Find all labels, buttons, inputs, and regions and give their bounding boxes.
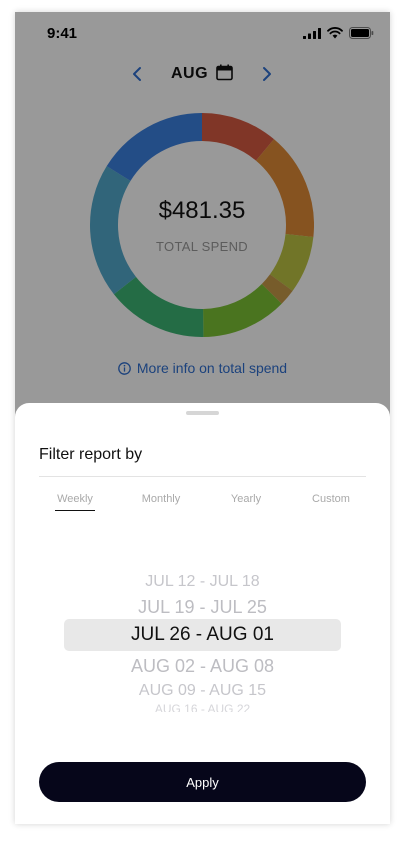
picker-row[interactable]: AUG 02 - AUG 08: [15, 656, 390, 677]
picker-row-selected[interactable]: JUL 26 - AUG 01: [15, 624, 390, 646]
tab-label: Custom: [312, 493, 350, 505]
apply-button[interactable]: Apply: [39, 762, 366, 802]
sheet-grabber-handle[interactable]: [186, 411, 219, 415]
tab-label: Monthly: [141, 493, 181, 505]
date-range-picker[interactable]: JUL 12 - JUL 18 JUL 19 - JUL 25 JUL 26 -…: [15, 563, 390, 713]
active-tab-underline: [55, 510, 95, 511]
picker-row[interactable]: JUL 12 - JUL 18: [15, 573, 390, 591]
picker-row[interactable]: JUL 19 - JUL 25: [15, 597, 390, 618]
tab-weekly[interactable]: Weekly: [34, 493, 116, 505]
phone-screen: 9:41 AUG $481.35 TOTAL SPEND More info o…: [15, 12, 390, 824]
sheet-title: Filter report by: [39, 446, 143, 463]
picker-row[interactable]: AUG 16 - AUG 22: [15, 702, 390, 712]
divider: [39, 476, 366, 477]
tab-yearly[interactable]: Yearly: [205, 493, 287, 505]
filter-bottom-sheet: Filter report by Weekly Monthly Yearly C…: [15, 403, 390, 824]
tab-label: Yearly: [230, 493, 262, 505]
tab-custom[interactable]: Custom: [290, 493, 372, 505]
period-tabs: Weekly Monthly Yearly Custom: [39, 493, 366, 515]
tab-label: Weekly: [57, 493, 93, 505]
picker-row[interactable]: AUG 09 - AUG 15: [15, 682, 390, 700]
tab-monthly[interactable]: Monthly: [120, 493, 202, 505]
